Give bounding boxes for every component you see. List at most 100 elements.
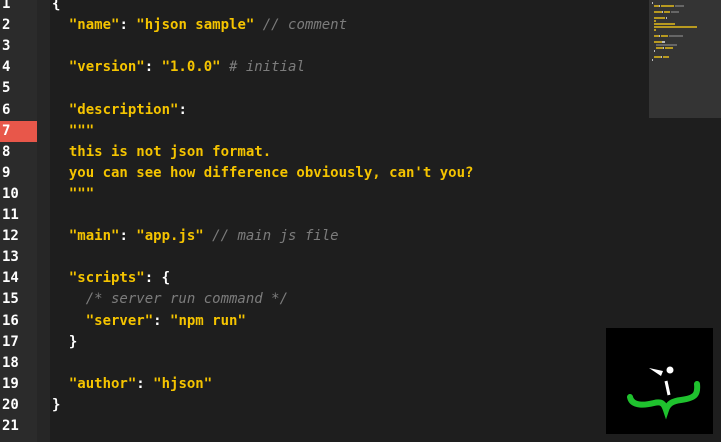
punctuation-token xyxy=(52,123,69,139)
minimap-line xyxy=(669,35,683,37)
line-number: 18 xyxy=(2,354,19,371)
minimap-line xyxy=(665,17,667,19)
code-line: "description": xyxy=(52,100,187,121)
string-token: "hjson sample" xyxy=(136,17,255,34)
punctuation-token: : xyxy=(153,312,171,329)
line-number: 9 xyxy=(2,164,11,181)
line-number: 6 xyxy=(2,101,11,118)
punctuation-token: : xyxy=(144,59,162,76)
line-number: 17 xyxy=(2,333,19,350)
line-number: 1 xyxy=(2,0,11,12)
minimap-line xyxy=(653,41,662,43)
minimap-line xyxy=(653,26,697,28)
punctuation-token xyxy=(52,17,69,33)
code-line: "server": "npm run" xyxy=(52,311,246,332)
minimap-line xyxy=(655,47,663,49)
punctuation-token: : { xyxy=(144,270,171,287)
minimap-line xyxy=(653,11,662,13)
code-line: "scripts": { xyxy=(52,268,170,289)
punctuation-token xyxy=(52,102,69,118)
code-line: """ xyxy=(52,121,94,142)
code-line: """ xyxy=(52,184,94,205)
punctuation-token: { xyxy=(52,0,61,12)
minimap-line xyxy=(670,11,679,13)
line-number: 2 xyxy=(2,17,11,34)
minimap-line xyxy=(674,5,684,7)
comment-token: // comment xyxy=(254,17,348,34)
minimap-line xyxy=(652,2,653,4)
string-token: "npm run" xyxy=(170,312,246,329)
line-number: 4 xyxy=(2,59,11,76)
comment-token: # initial xyxy=(220,59,305,76)
code-line: } xyxy=(52,332,77,353)
punctuation-token: : xyxy=(119,228,137,245)
line-number: 8 xyxy=(2,143,11,160)
code-line: you can see how difference obviously, ca… xyxy=(52,163,474,184)
minimap-line xyxy=(653,56,661,58)
minimap-line xyxy=(653,29,657,31)
line-number: 20 xyxy=(2,396,19,413)
code-line: { xyxy=(52,0,60,15)
string-token: """ xyxy=(68,122,95,139)
code-line: "name": "hjson sample" // comment xyxy=(52,15,347,36)
line-number: 15 xyxy=(2,291,19,308)
line-number: 21 xyxy=(2,418,19,434)
string-token: "author" xyxy=(68,375,137,392)
minimap-line xyxy=(661,35,669,37)
minimap-line xyxy=(653,20,657,22)
punctuation-token: : xyxy=(136,375,154,392)
code-line: /* server run command */ xyxy=(52,289,288,310)
minimap-line xyxy=(653,17,666,19)
string-token: "name" xyxy=(68,17,120,34)
minimap-line xyxy=(653,23,676,25)
minimap-line xyxy=(662,56,670,58)
code-line: "author": "hjson" xyxy=(52,374,212,395)
line-number: 19 xyxy=(2,375,19,392)
string-token: "app.js" xyxy=(136,228,204,245)
minimap-line xyxy=(652,59,653,61)
minimap-line xyxy=(661,41,665,43)
string-token: you can see how difference obviously, ca… xyxy=(52,164,474,181)
string-token: "hjson" xyxy=(153,375,213,392)
fold-gutter xyxy=(37,0,50,442)
string-token: "version" xyxy=(68,59,145,76)
minimap-line xyxy=(661,5,674,7)
minimap-line xyxy=(663,11,670,13)
minimap-line xyxy=(664,47,673,49)
comment-token: // main js file xyxy=(203,228,339,245)
code-line: "version": "1.0.0" # initial xyxy=(52,57,305,78)
hjson-logo-icon xyxy=(606,328,713,434)
string-token: "description" xyxy=(68,101,179,118)
string-token: "scripts" xyxy=(68,270,145,287)
line-number: 14 xyxy=(2,270,19,287)
punctuation-token xyxy=(52,228,69,244)
punctuation-token xyxy=(52,59,69,75)
punctuation-token: } xyxy=(52,333,78,350)
line-number: 5 xyxy=(2,80,11,97)
line-number: 10 xyxy=(2,185,19,202)
punctuation-token: : xyxy=(178,101,187,118)
minimap[interactable] xyxy=(649,0,721,118)
punctuation-token xyxy=(52,313,86,329)
punctuation-token: } xyxy=(52,396,61,413)
string-token: "1.0.0" xyxy=(161,59,221,76)
punctuation-token xyxy=(52,376,69,392)
line-number: 11 xyxy=(2,207,19,223)
string-token: "main" xyxy=(68,228,120,245)
line-number: 3 xyxy=(2,38,11,55)
string-token: "server" xyxy=(85,312,154,329)
punctuation-token xyxy=(52,186,69,202)
punctuation-token xyxy=(52,270,69,286)
minimap-line xyxy=(655,44,678,46)
line-number: 12 xyxy=(2,228,19,245)
code-line: this is not json format. xyxy=(52,142,271,163)
line-number: 7 xyxy=(0,120,37,142)
string-token: this is not json format. xyxy=(52,143,272,160)
line-number: 16 xyxy=(2,312,19,329)
minimap-line xyxy=(653,50,655,52)
code-line: } xyxy=(52,395,60,416)
comment-token: /* server run command */ xyxy=(52,291,289,308)
code-line: "main": "app.js" // main js file xyxy=(52,226,339,247)
string-token: """ xyxy=(68,185,95,202)
punctuation-token: : xyxy=(119,17,137,34)
